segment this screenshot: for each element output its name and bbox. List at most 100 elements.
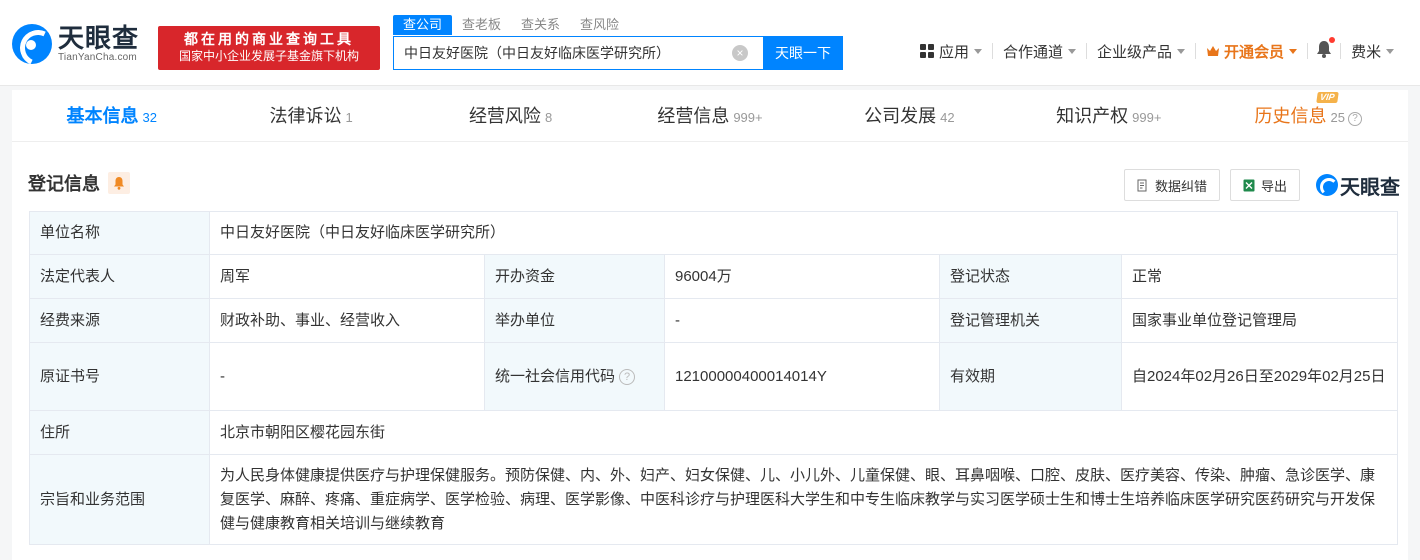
chevron-down-icon [1177, 48, 1186, 54]
search-box: × 天眼一下 [393, 36, 843, 70]
edit-doc-icon [1137, 179, 1147, 191]
funding-key: 经费来源 [29, 298, 210, 343]
tab-risk[interactable]: 经营风险 8 [411, 90, 610, 141]
nav-vip[interactable]: 开通会员 [1196, 41, 1307, 62]
cert-value: - [209, 342, 485, 411]
bell-icon [1317, 41, 1332, 58]
legal-rep-value[interactable]: 周军 [209, 254, 485, 299]
tab-label: 历史信息 [1254, 106, 1327, 126]
help-icon[interactable]: ? [619, 368, 636, 385]
nav-vip-label: 开通会员 [1224, 43, 1285, 61]
funding-value: 财政补助、事业、经营收入 [209, 298, 485, 343]
authority-value: 国家事业单位登记管理局 [1121, 298, 1398, 343]
authority-key: 登记管理机关 [939, 298, 1122, 343]
tab-count: 42 [940, 110, 955, 125]
tab-label: 基本信息 [66, 106, 139, 126]
section-tabs: 基本信息 32 法律诉讼 1 经营风险 8 经营信息 999+ 公司发展 42 知识产权 9… [12, 90, 1408, 142]
chevron-down-icon [974, 48, 983, 54]
tab-history[interactable]: VIP 历史信息 25? [1209, 90, 1408, 141]
chevron-down-icon [1068, 48, 1077, 54]
logo-domain: TianYanCha.com [58, 52, 137, 63]
sponsor-value: - [664, 298, 940, 343]
site-logo[interactable]: 天眼查 TianYanCha.com [12, 24, 139, 64]
reg-status-key: 登记状态 [939, 254, 1122, 299]
data-correction-button[interactable]: 数据纠错 [1123, 169, 1220, 201]
search-tab-relation[interactable]: 查关系 [511, 15, 570, 35]
nav-apps-label: 应用 [939, 43, 970, 61]
promo-line2: 国家中小企业发展子基金旗下机构 [178, 49, 359, 63]
search-type-tabs: 查公司 查老板 查关系 查风险 [393, 15, 629, 35]
unit-name-value: 中日友好医院（中日友好临床医学研究所） [209, 211, 1398, 255]
excel-icon [1243, 179, 1255, 191]
tab-label: 公司发展 [864, 106, 937, 126]
crown-icon [1207, 46, 1220, 56]
table-row: 住所 北京市朝阳区樱花园东街 [29, 410, 1398, 455]
validity-value: 自2024年02月26日至2029年02月25日 [1121, 342, 1398, 411]
company-card: 基本信息 32 法律诉讼 1 经营风险 8 经营信息 999+ 公司发展 42 知识产权 9… [12, 90, 1408, 560]
tab-label: 经营信息 [657, 106, 730, 126]
tab-count: 8 [544, 110, 553, 125]
scope-value: 为人民身体健康提供医疗与护理保健服务。预防保健、内、外、妇产、妇女保健、儿、小儿… [209, 454, 1398, 545]
credit-code-value: 12100000400014014Y [664, 342, 940, 411]
section-actions: 数据纠错 导出 天眼查 [1114, 169, 1400, 201]
clear-icon[interactable]: × [732, 45, 748, 61]
tab-label: 经营风险 [468, 106, 541, 126]
search-tab-risk[interactable]: 查风险 [570, 15, 629, 35]
nav-enterprise-label: 企业级产品 [1097, 43, 1173, 61]
tab-ip[interactable]: 知识产权 999+ [1009, 90, 1208, 141]
table-row: 宗旨和业务范围 为人民身体健康提供医疗与护理保健服务。预防保健、内、外、妇产、妇… [29, 454, 1398, 545]
watermark-logo: 天眼查 [1316, 171, 1400, 200]
nav-user[interactable]: 费米 [1341, 41, 1404, 62]
watermark-name: 天眼查 [1340, 176, 1400, 199]
table-row: 单位名称 中日友好医院（中日友好临床医学研究所） [29, 211, 1398, 255]
logo-name: 天眼查 [58, 23, 140, 53]
top-header: 天眼查 TianYanCha.com 都在用的商业查询工具 国家中小企业发展子基… [0, 0, 1420, 86]
tab-basic-info[interactable]: 基本信息 32 [12, 90, 212, 141]
search-tab-company[interactable]: 查公司 [393, 15, 453, 35]
section-title: 登记信息 [28, 174, 100, 194]
registration-table: 单位名称 中日友好医院（中日友好临床医学研究所） 法定代表人 周军 开办资金 9… [29, 211, 1398, 545]
capital-key: 开办资金 [484, 254, 665, 299]
nav-channels-label: 合作通道 [1003, 43, 1064, 61]
tab-operations[interactable]: 经营信息 999+ [610, 90, 809, 141]
tab-count: 999+ [1132, 110, 1162, 125]
promo-banner[interactable]: 都在用的商业查询工具 国家中小企业发展子基金旗下机构 [158, 26, 380, 70]
address-key: 住所 [29, 410, 210, 455]
section-header: 登记信息 [28, 170, 130, 196]
promo-line1: 都在用的商业查询工具 [184, 31, 354, 47]
apps-grid-icon [920, 44, 934, 58]
logo-mark-icon [12, 24, 52, 64]
chevron-down-icon [1386, 48, 1395, 54]
validity-key: 有效期 [939, 342, 1122, 411]
capital-value: 96004万 [664, 254, 940, 299]
search-tab-boss[interactable]: 查老板 [452, 15, 511, 35]
notifications-button[interactable] [1308, 37, 1340, 62]
tab-development[interactable]: 公司发展 42 [810, 90, 1009, 141]
table-row: 原证书号 - 统一社会信用代码? 12100000400014014Y 有效期 … [29, 342, 1398, 411]
nav-enterprise[interactable]: 企业级产品 [1087, 41, 1195, 62]
subscribe-bell-button[interactable] [108, 172, 130, 194]
tab-label: 法律诉讼 [269, 106, 342, 126]
tab-legal[interactable]: 法律诉讼 1 [211, 90, 410, 141]
help-icon[interactable]: ? [1347, 112, 1362, 126]
unread-dot [1329, 37, 1336, 43]
nav-channels[interactable]: 合作通道 [993, 41, 1086, 62]
user-name: 费米 [1351, 43, 1382, 61]
credit-code-key: 统一社会信用代码 [495, 367, 616, 385]
reg-status-value: 正常 [1121, 254, 1398, 299]
tab-label: 知识产权 [1056, 106, 1129, 126]
nav-apps[interactable]: 应用 [910, 41, 992, 62]
table-row: 法定代表人 周军 开办资金 96004万 登记状态 正常 [29, 254, 1398, 299]
search-button[interactable]: 天眼一下 [763, 36, 843, 70]
address-value: 北京市朝阳区樱花园东街 [209, 410, 1398, 455]
unit-name-key: 单位名称 [29, 211, 210, 255]
export-button[interactable]: 导出 [1229, 169, 1300, 201]
search-input[interactable] [393, 36, 763, 70]
data-correction-label: 数据纠错 [1154, 178, 1207, 194]
tab-count: 32 [142, 110, 157, 125]
tab-count: 25 [1330, 110, 1345, 125]
table-row: 经费来源 财政补助、事业、经营收入 举办单位 - 登记管理机关 国家事业单位登记… [29, 298, 1398, 343]
vip-tag: VIP [1315, 92, 1338, 103]
credit-code-key-cell: 统一社会信用代码? [484, 342, 665, 411]
tab-count: 999+ [733, 110, 763, 125]
